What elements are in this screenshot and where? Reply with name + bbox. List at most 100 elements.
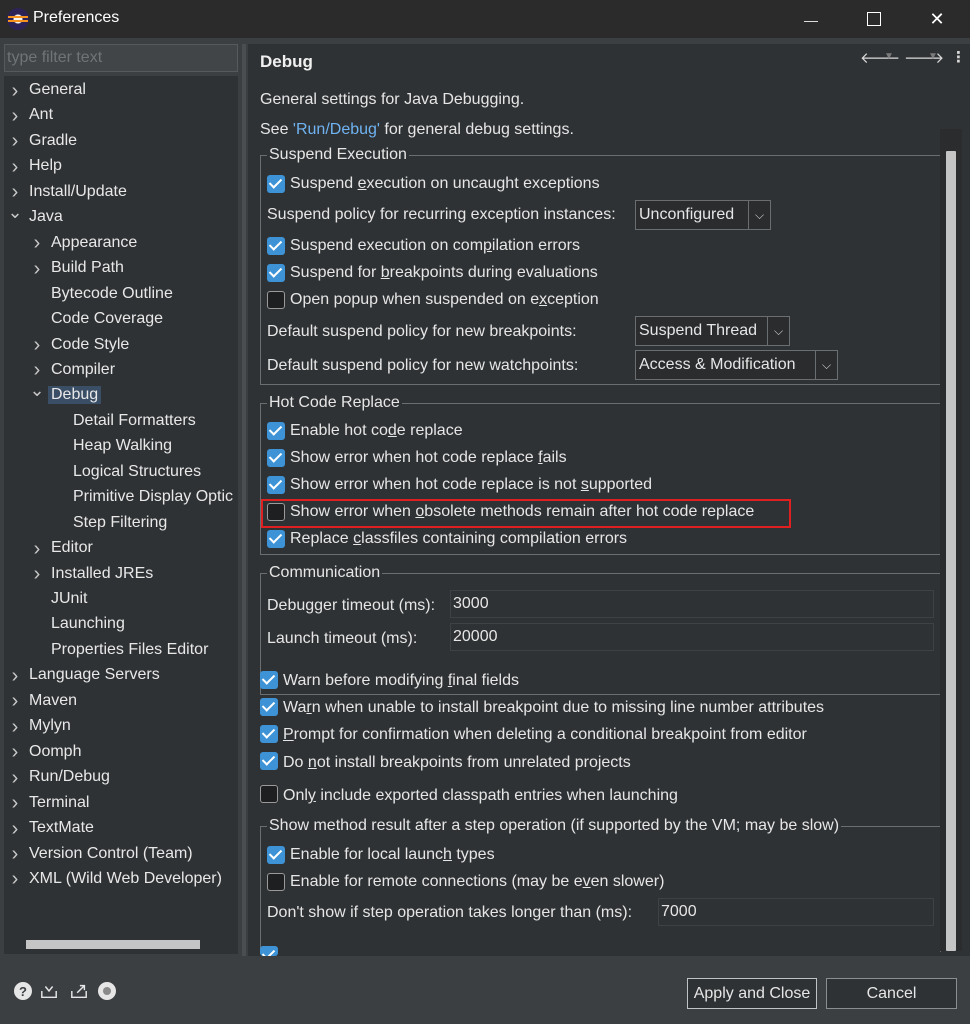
tree-item[interactable]: › Installed JREs — [30, 563, 234, 588]
chevron-right-icon[interactable]: › — [8, 715, 22, 739]
chevron-right-icon[interactable]: › — [30, 334, 44, 358]
tree-item[interactable]: › Mylyn — [8, 715, 234, 740]
chevron-right-icon[interactable]: › — [8, 155, 22, 179]
chevron-down-icon: ⌵ — [767, 317, 789, 345]
chevron-right-icon[interactable]: › — [8, 868, 22, 892]
suspend-uncaught-checkbox[interactable] — [267, 175, 285, 193]
warn-final-fields-checkbox[interactable] — [260, 671, 278, 689]
chevron-right-icon[interactable]: › — [8, 741, 22, 765]
tree-item[interactable]: › Editor — [30, 537, 234, 562]
forward-arrow-icon[interactable]: 🡒 — [904, 48, 944, 67]
tree-item[interactable]: Detail Formatters — [52, 410, 234, 435]
chevron-right-icon[interactable]: › — [30, 232, 44, 256]
tree-item[interactable]: ⌄ Java — [7, 202, 234, 231]
tree-item[interactable]: Logical Structures — [52, 461, 234, 486]
tree-item[interactable]: › Code Style — [30, 334, 234, 359]
filter-input[interactable]: type filter text — [4, 44, 238, 72]
export-icon[interactable] — [70, 982, 88, 1000]
tree-item[interactable]: ⌄ Debug — [29, 380, 234, 409]
replace-classfiles-checkbox[interactable] — [267, 530, 285, 548]
chevron-right-icon[interactable]: › — [8, 130, 22, 154]
view-menu-icon[interactable]: ⋮ — [951, 48, 966, 66]
launch-timeout-input[interactable]: 20000 — [450, 623, 934, 651]
suspend-policy-select[interactable]: Unconfigured ⌵ — [635, 200, 771, 230]
tree-item[interactable]: › Install/Update — [8, 181, 234, 206]
group-title: Suspend Execution — [267, 146, 409, 164]
method-result-remote-checkbox[interactable] — [267, 873, 285, 891]
tree-item[interactable]: Properties Files Editor — [30, 639, 234, 664]
minimize-button[interactable] — [780, 0, 842, 38]
vertical-scrollbar-thumb[interactable] — [946, 151, 956, 951]
tree-item[interactable]: › XML (Wild Web Developer) — [8, 868, 234, 893]
tree-item[interactable]: › Version Control (Team) — [8, 843, 234, 868]
tree-item[interactable]: › Help — [8, 155, 234, 180]
chevron-right-icon[interactable]: › — [8, 690, 22, 714]
tree-item[interactable]: › Terminal — [8, 792, 234, 817]
tree-item[interactable]: Primitive Display Optic — [52, 486, 234, 511]
bp-policy-select[interactable]: Suspend Thread ⌵ — [635, 316, 790, 346]
warn-line-attributes-checkbox[interactable] — [260, 698, 278, 716]
suspend-breakpoints-eval-checkbox[interactable] — [267, 264, 285, 282]
tree-item[interactable]: › Run/Debug — [8, 766, 234, 791]
chevron-right-icon[interactable]: › — [8, 664, 22, 688]
chevron-right-icon[interactable]: › — [30, 257, 44, 281]
enable-hcr-checkbox[interactable] — [267, 422, 285, 440]
chevron-right-icon[interactable]: › — [8, 817, 22, 841]
tree-item[interactable]: › Appearance — [30, 232, 234, 257]
splitter[interactable] — [242, 44, 246, 956]
back-dropdown-icon[interactable]: ▼ — [884, 51, 894, 62]
show-hcr-fails-checkbox[interactable] — [267, 449, 285, 467]
partial-checkbox[interactable] — [260, 946, 278, 956]
tree-item[interactable]: Step Filtering — [52, 512, 234, 537]
tree-item[interactable]: › General — [8, 79, 234, 104]
import-icon[interactable] — [40, 982, 58, 1000]
tree-item[interactable]: JUnit — [30, 588, 234, 613]
tree-item[interactable]: Code Coverage — [30, 308, 234, 333]
tree-item[interactable]: › Build Path — [30, 257, 234, 282]
record-icon[interactable] — [98, 982, 116, 1000]
exported-classpath-checkbox[interactable] — [260, 785, 278, 803]
tree-item[interactable]: Launching — [30, 613, 234, 638]
tree-item[interactable]: › Ant — [8, 104, 234, 129]
tree-item-label: Terminal — [29, 793, 90, 811]
suspend-compilation-checkbox[interactable] — [267, 237, 285, 255]
tree-item[interactable]: Heap Walking — [52, 435, 234, 460]
tree-item-label: Primitive Display Optic — [73, 488, 234, 506]
tree-item[interactable]: › Gradle — [8, 130, 234, 155]
tree-item-label: Ant — [29, 106, 54, 124]
method-result-local-checkbox[interactable] — [267, 846, 285, 864]
chevron-down-icon[interactable]: ⌄ — [7, 200, 22, 224]
chevron-down-icon[interactable]: ⌄ — [29, 378, 44, 402]
tree-item[interactable]: › Language Servers — [8, 664, 234, 689]
tree-item[interactable]: › Maven — [8, 690, 234, 715]
forward-dropdown-icon[interactable]: ▼ — [928, 51, 938, 62]
tree-item[interactable]: › Oomph — [8, 741, 234, 766]
prompt-conditional-checkbox[interactable] — [260, 725, 278, 743]
chevron-right-icon[interactable]: › — [8, 79, 22, 103]
apply-and-close-button[interactable]: Apply and Close — [687, 978, 817, 1009]
tree-item-label: Logical Structures — [73, 462, 202, 480]
chevron-right-icon[interactable]: › — [8, 104, 22, 128]
debugger-timeout-input[interactable]: 3000 — [450, 590, 934, 618]
maximize-button[interactable] — [843, 0, 905, 38]
chevron-right-icon[interactable]: › — [30, 537, 44, 561]
tree-item[interactable]: › Compiler — [30, 359, 234, 384]
cancel-button[interactable]: Cancel — [826, 978, 957, 1009]
chevron-right-icon[interactable]: › — [8, 792, 22, 816]
show-obsolete-methods-checkbox[interactable] — [267, 503, 285, 521]
step-timeout-input[interactable]: 7000 — [658, 898, 934, 926]
horizontal-scrollbar-thumb[interactable] — [26, 940, 200, 949]
back-arrow-icon[interactable]: 🡐 — [860, 48, 900, 67]
open-popup-checkbox[interactable] — [267, 291, 285, 309]
help-icon[interactable]: ? — [14, 982, 32, 1000]
chevron-right-icon[interactable]: › — [30, 563, 44, 587]
unrelated-projects-checkbox[interactable] — [260, 752, 278, 770]
run-debug-link[interactable]: 'Run/Debug' — [293, 121, 380, 138]
close-button[interactable]: ✕ — [906, 0, 968, 38]
chevron-right-icon[interactable]: › — [8, 843, 22, 867]
tree-item[interactable]: Bytecode Outline — [30, 283, 234, 308]
wp-policy-select[interactable]: Access & Modification ⌵ — [635, 350, 838, 380]
chevron-right-icon[interactable]: › — [8, 766, 22, 790]
tree-item[interactable]: › TextMate — [8, 817, 234, 842]
show-hcr-not-supported-checkbox[interactable] — [267, 476, 285, 494]
